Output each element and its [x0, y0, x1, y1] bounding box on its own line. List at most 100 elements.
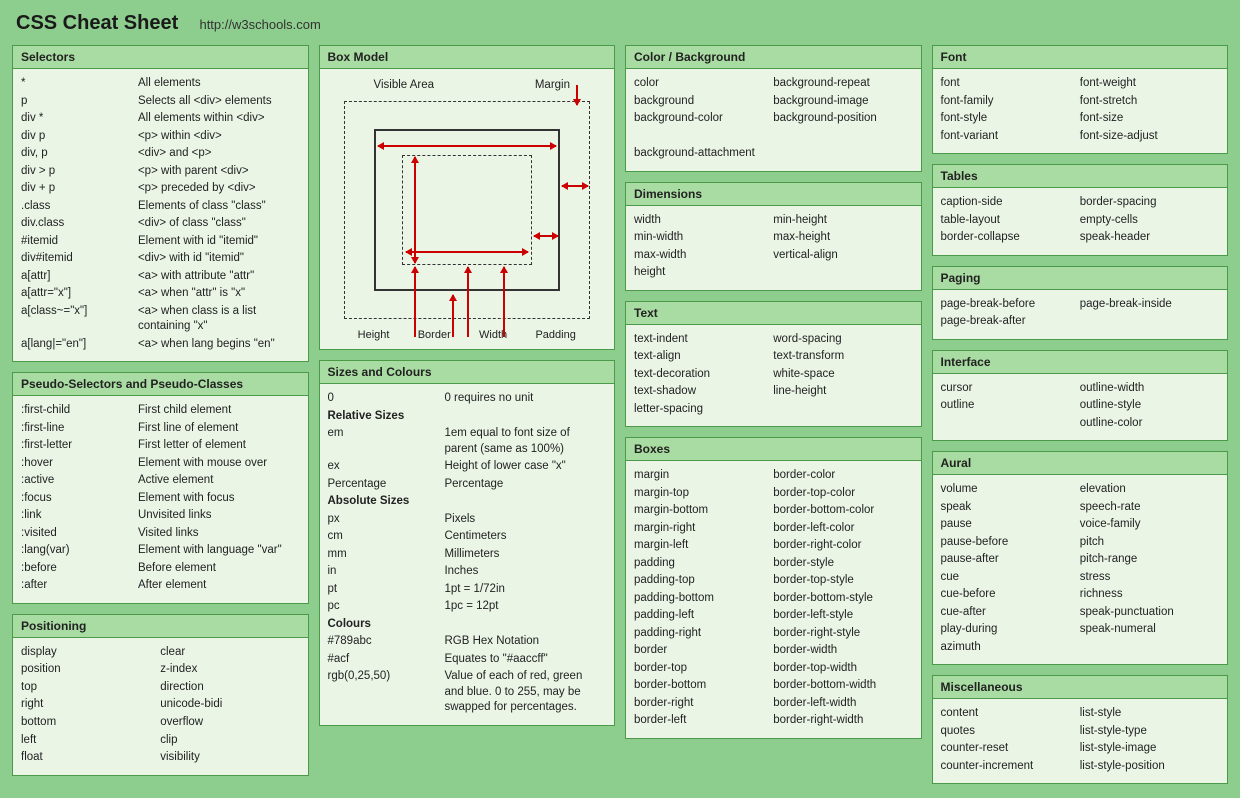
property-name: right: [21, 696, 160, 714]
property-name: z-index: [160, 661, 299, 679]
panel-tables: Tables caption-sidetable-layoutborder-co…: [932, 164, 1229, 256]
property-name: em: [328, 425, 445, 458]
property-name: font-stretch: [1080, 93, 1219, 111]
property-name: border-right-width: [773, 712, 912, 730]
property-name: px: [328, 511, 445, 529]
panel-selectors: Selectors *All elementspSelects all <div…: [12, 45, 309, 362]
property-name: margin-bottom: [634, 502, 773, 520]
panel-text: Text text-indenttext-aligntext-decoratio…: [625, 301, 922, 428]
property-desc: Visited links: [138, 525, 300, 543]
property-desc: Active element: [138, 472, 300, 490]
property-name: border-color: [773, 467, 912, 485]
property-name: elevation: [1080, 481, 1219, 499]
property-desc: Inches: [444, 563, 606, 581]
property-name: cue-after: [941, 604, 1080, 622]
property-name: letter-spacing: [634, 401, 773, 419]
property-name: text-indent: [634, 331, 773, 349]
property-desc: RGB Hex Notation: [444, 633, 606, 651]
panel-title: Dimensions: [626, 183, 921, 206]
panel-paging: Paging page-break-beforepage-break-after…: [932, 266, 1229, 340]
property-desc: Unvisited links: [138, 507, 300, 525]
property-name: :visited: [21, 525, 138, 543]
property-name: page-break-inside: [1080, 296, 1219, 314]
property-name: font-family: [941, 93, 1080, 111]
property-name: counter-reset: [941, 740, 1080, 758]
label-border: Border: [418, 329, 451, 341]
property-desc: Equates to "#aaccff": [444, 651, 606, 669]
property-desc: Millimeters: [444, 546, 606, 564]
property-name: position: [21, 661, 160, 679]
property-name: quotes: [941, 723, 1080, 741]
property-name: div#itemid: [21, 250, 138, 268]
property-name: richness: [1080, 586, 1219, 604]
property-name: speak-header: [1080, 229, 1219, 247]
property-desc: <a> when lang begins "en": [138, 336, 300, 354]
panel-title: Pseudo-Selectors and Pseudo-Classes: [13, 373, 308, 396]
panel-misc: Miscellaneous contentquotescounter-reset…: [932, 675, 1229, 784]
property-name: float: [21, 749, 160, 767]
property-name: border-width: [773, 642, 912, 660]
property-name: border-bottom: [634, 677, 773, 695]
property-desc: Pixels: [444, 511, 606, 529]
section-heading: Absolute Sizes: [328, 493, 607, 511]
property-desc: <a> with attribute "attr": [138, 268, 300, 286]
property-name: Percentage: [328, 476, 445, 494]
panel-title: Interface: [933, 351, 1228, 374]
property-name: div.class: [21, 215, 138, 233]
property-name: color: [634, 75, 773, 93]
property-name: border-bottom-width: [773, 677, 912, 695]
panel-title: Boxes: [626, 438, 921, 461]
panel-title: Text: [626, 302, 921, 325]
property-desc: Before element: [138, 560, 300, 578]
property-name: background-position: [773, 110, 912, 128]
section-heading: Colours: [328, 616, 607, 634]
property-name: visibility: [160, 749, 299, 767]
property-name: margin: [634, 467, 773, 485]
property-name: height: [634, 264, 773, 282]
property-name: :first-line: [21, 420, 138, 438]
property-name: background-repeat: [773, 75, 912, 93]
property-desc: Element with id "itemid": [138, 233, 300, 251]
property-name: #acf: [328, 651, 445, 669]
property-name: font-weight: [1080, 75, 1219, 93]
property-name: ex: [328, 458, 445, 476]
property-name: speak: [941, 499, 1080, 517]
property-name: mm: [328, 546, 445, 564]
panel-sizes: Sizes and Colours 00 requires no unitRel…: [319, 360, 616, 726]
property-desc: Element with mouse over: [138, 455, 300, 473]
property-name: #itemid: [21, 233, 138, 251]
property-name: background: [634, 93, 773, 111]
property-name: play-during: [941, 621, 1080, 639]
property-name: outline-style: [1080, 397, 1219, 415]
property-name: background-color: [634, 110, 773, 128]
property-desc: First line of element: [138, 420, 300, 438]
panel-interface: Interface cursoroutlineoutline-widthoutl…: [932, 350, 1229, 442]
panel-title: Box Model: [320, 46, 615, 69]
panel-title: Aural: [933, 452, 1228, 475]
panel-color-bg: Color / Background colorbackgroundbackgr…: [625, 45, 922, 172]
property-name: min-height: [773, 212, 912, 230]
property-name: border-style: [773, 555, 912, 573]
property-desc: <div> with id "itemid": [138, 250, 300, 268]
property-name: text-transform: [773, 348, 912, 366]
property-desc: <div> and <p>: [138, 145, 300, 163]
label-visible-area: Visible Area: [374, 79, 435, 91]
property-name: border: [634, 642, 773, 660]
panel-title: Paging: [933, 267, 1228, 290]
property-name: outline: [941, 397, 1080, 415]
property-name: a[class~="x"]: [21, 303, 138, 336]
panel-pseudo: Pseudo-Selectors and Pseudo-Classes :fir…: [12, 372, 309, 604]
property-name: pause-after: [941, 551, 1080, 569]
source-link[interactable]: http://w3schools.com: [199, 17, 320, 32]
label-margin: Margin: [535, 79, 570, 91]
property-name: display: [21, 644, 160, 662]
property-name: max-height: [773, 229, 912, 247]
property-desc: After element: [138, 577, 300, 595]
property-desc: First child element: [138, 402, 300, 420]
property-name: div *: [21, 110, 138, 128]
page-header: CSS Cheat Sheet http://w3schools.com: [12, 8, 1228, 45]
property-name: line-height: [773, 383, 912, 401]
property-name: text-decoration: [634, 366, 773, 384]
property-name: border-right: [634, 695, 773, 713]
property-name: font-size: [1080, 110, 1219, 128]
